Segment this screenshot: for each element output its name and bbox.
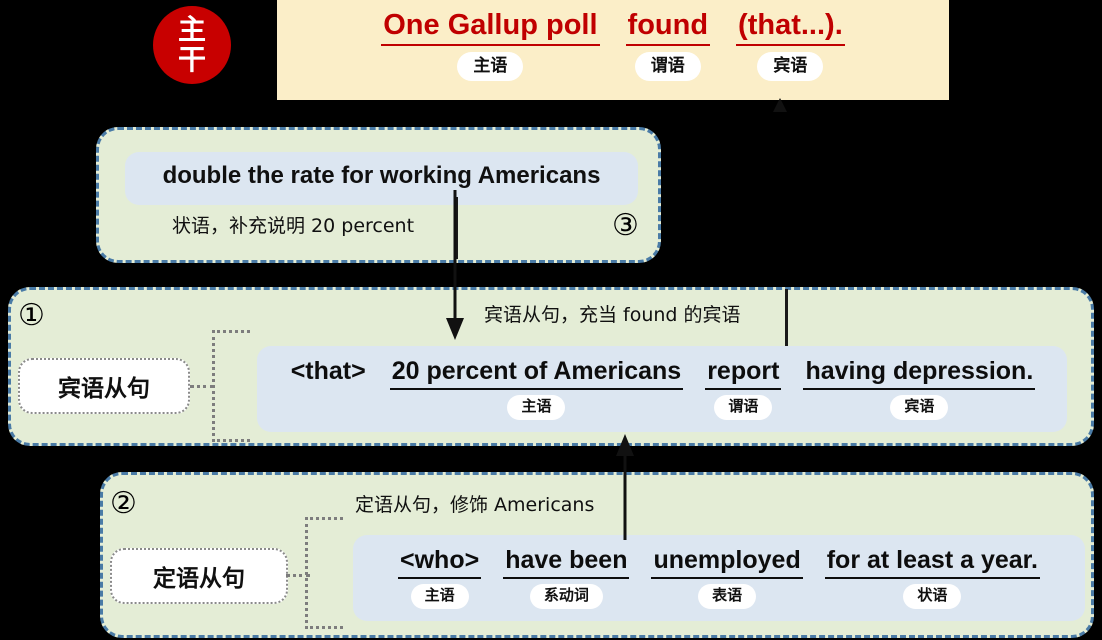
panel-adverbial-phrase: double the rate for working Americans bbox=[96, 127, 661, 263]
panel1-bracket-stub bbox=[190, 385, 214, 388]
panel2-sentence-box: <who> 主语 have been 系动词 unemployed 表语 for… bbox=[353, 535, 1085, 621]
main-chunk-subject-text: One Gallup poll bbox=[381, 8, 600, 46]
seal-line-1: 主 bbox=[177, 14, 206, 45]
panel2-chunk-subject: <who> 主语 bbox=[398, 545, 482, 609]
panel1-chunk-object-tag: 宾语 bbox=[890, 395, 949, 420]
panel2-chunk-linking-verb-text: have been bbox=[503, 545, 630, 579]
slide-canvas: 主 干 One Gallup poll 主语 found 谓语 (that...… bbox=[0, 0, 1102, 640]
panel2-chunk-predicative-tag: 表语 bbox=[698, 584, 757, 609]
panel2-chunk-linking-verb: have been 系动词 bbox=[503, 545, 630, 609]
panel2-chunk-subject-tag: 主语 bbox=[410, 584, 469, 609]
panel2-clause-type-chip: 定语从句 bbox=[110, 548, 288, 604]
panel1-chunk-subject-tag: 主语 bbox=[507, 395, 566, 420]
panel2-chunk-row: <who> 主语 have been 系动词 unemployed 表语 for… bbox=[353, 545, 1085, 609]
panel1-chunk-predicate-tag: 谓语 bbox=[714, 395, 773, 420]
panel2-chunk-adverbial-text: for at least a year. bbox=[824, 545, 1040, 579]
panel2-chunk-predicative-text: unemployed bbox=[651, 545, 803, 579]
main-chunk-predicate-text: found bbox=[625, 8, 711, 46]
panel1-chunk-subject: 20 percent of Americans 主语 bbox=[389, 356, 684, 420]
panel1-chunk-subject-text: 20 percent of Americans bbox=[389, 356, 684, 390]
panel2-note: 定语从句，修饰 Americans bbox=[355, 494, 595, 516]
panel1-chunk-connector-text: <that> bbox=[290, 357, 366, 385]
main-chunk-object-text: (that...). bbox=[736, 8, 845, 46]
panel2-chunk-adverbial-tag: 状语 bbox=[903, 584, 962, 609]
main-chunk-subject: One Gallup poll 主语 bbox=[381, 8, 600, 81]
main-clause-banner: One Gallup poll 主语 found 谓语 (that...). 宾… bbox=[277, 0, 949, 100]
panel1-sentence-box: <that> 20 percent of Americans 主语 report… bbox=[257, 346, 1067, 432]
panel2-chunk-adverbial: for at least a year. 状语 bbox=[824, 545, 1040, 609]
main-chunk-subject-tag: 主语 bbox=[457, 52, 524, 81]
panel1-bracket-connector bbox=[212, 330, 250, 442]
panel1-chunk-object-text: having depression. bbox=[803, 356, 1036, 390]
main-clause-chunk-row: One Gallup poll 主语 found 谓语 (that...). 宾… bbox=[277, 8, 949, 81]
panel1-chunk-object: having depression. 宾语 bbox=[803, 356, 1036, 420]
panel1-clause-type-chip: 宾语从句 bbox=[18, 358, 190, 414]
panel3-sentence-box: double the rate for working Americans bbox=[125, 152, 638, 205]
panel2-chunk-linking-verb-tag: 系动词 bbox=[529, 584, 603, 609]
main-clause-seal-badge: 主 干 bbox=[153, 6, 231, 84]
panel2-chunk-subject-text: <who> bbox=[398, 545, 482, 579]
main-chunk-object-tag: 宾语 bbox=[757, 52, 824, 81]
main-chunk-object: (that...). 宾语 bbox=[736, 8, 845, 81]
panel2-number: ② bbox=[110, 486, 137, 521]
panel2-bracket-stub bbox=[286, 574, 310, 577]
panel3-sentence-text: double the rate for working Americans bbox=[162, 162, 601, 189]
panel1-divider-rule bbox=[785, 289, 788, 346]
main-chunk-predicate-tag: 谓语 bbox=[634, 52, 701, 81]
panel1-chunk-connector: <that> bbox=[289, 356, 368, 420]
panel2-chunk-predicative: unemployed 表语 bbox=[651, 545, 803, 609]
panel3-number: ③ bbox=[612, 208, 639, 243]
main-chunk-predicate: found 谓语 bbox=[625, 8, 711, 81]
panel1-chunk-predicate-text: report bbox=[705, 356, 782, 390]
panel1-number: ① bbox=[18, 298, 45, 333]
panel3-divider-rule bbox=[455, 197, 458, 259]
panel2-bracket-connector bbox=[305, 517, 343, 629]
panel1-chunk-predicate: report 谓语 bbox=[705, 356, 782, 420]
arrow-up-to-main-object bbox=[773, 98, 787, 112]
panel3-note: 状语，补充说明 20 percent bbox=[172, 215, 415, 237]
seal-line-2: 干 bbox=[177, 44, 206, 75]
panel1-note: 宾语从句，充当 found 的宾语 bbox=[484, 304, 741, 326]
panel1-chunk-row: <that> 20 percent of Americans 主语 report… bbox=[257, 356, 1067, 420]
